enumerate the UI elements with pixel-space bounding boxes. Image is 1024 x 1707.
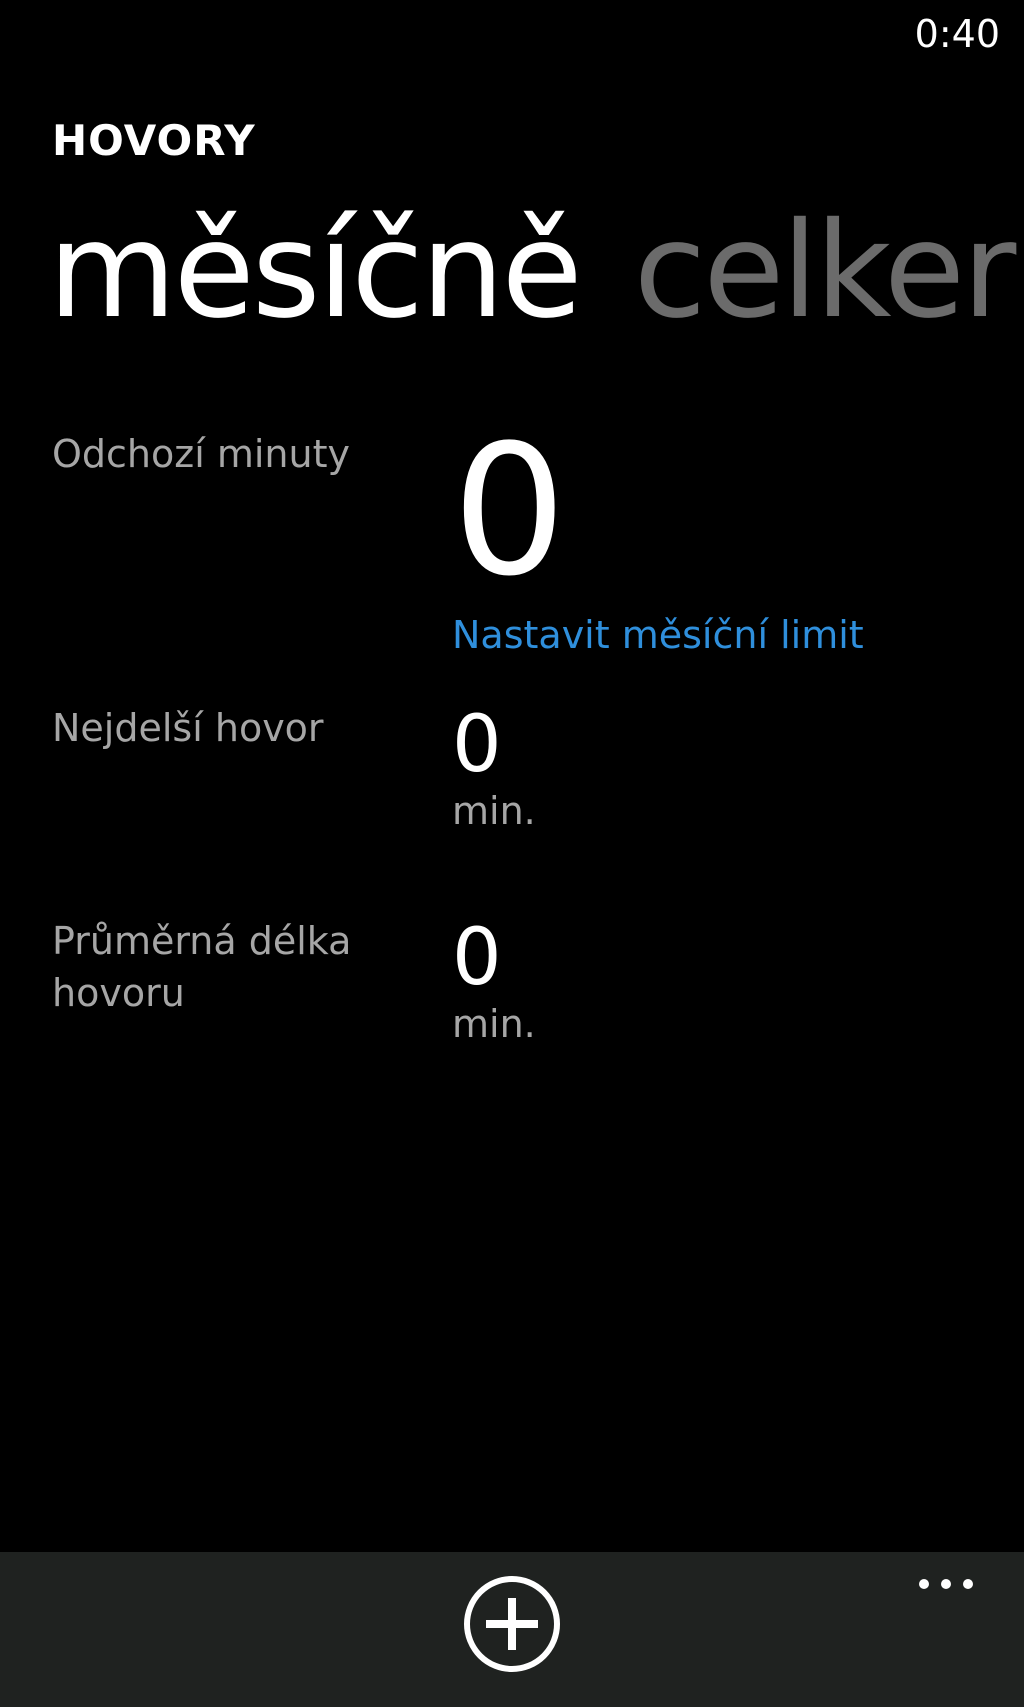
app-title: HOVORY bbox=[52, 116, 256, 165]
pivot-tab-total[interactable]: celker bbox=[634, 196, 1017, 346]
stat-label-longest-call: Nejdelší hovor bbox=[52, 706, 324, 750]
stat-value-outgoing-minutes: 0 bbox=[452, 407, 567, 616]
stat-value-average-call: 0 bbox=[452, 913, 502, 1003]
stat-label-outgoing-minutes: Odchozí minuty bbox=[52, 432, 350, 476]
pivot-header: měsíčně celker bbox=[48, 196, 1024, 346]
stat-value-longest-call: 0 bbox=[452, 700, 502, 790]
add-button[interactable] bbox=[462, 1574, 562, 1674]
application-bar bbox=[0, 1552, 1024, 1707]
stat-value-column: 0 min. bbox=[452, 702, 536, 834]
pivot-tab-monthly[interactable]: měsíčně bbox=[48, 196, 583, 346]
stat-value-column: 0 Nastavit měsíční limit bbox=[452, 422, 864, 660]
more-options-button[interactable] bbox=[916, 1574, 976, 1594]
add-circle-icon bbox=[464, 1576, 560, 1672]
stat-unit-longest-call: min. bbox=[452, 789, 536, 833]
stat-label-average-call: Průměrná délka hovoru bbox=[52, 919, 352, 1015]
more-dots-icon bbox=[919, 1579, 973, 1589]
set-monthly-limit-link[interactable]: Nastavit měsíční limit bbox=[452, 610, 864, 660]
status-bar-time: 0:40 bbox=[914, 12, 1000, 56]
stat-unit-average-call: min. bbox=[452, 1002, 536, 1046]
stat-value-column: 0 min. bbox=[452, 915, 536, 1047]
